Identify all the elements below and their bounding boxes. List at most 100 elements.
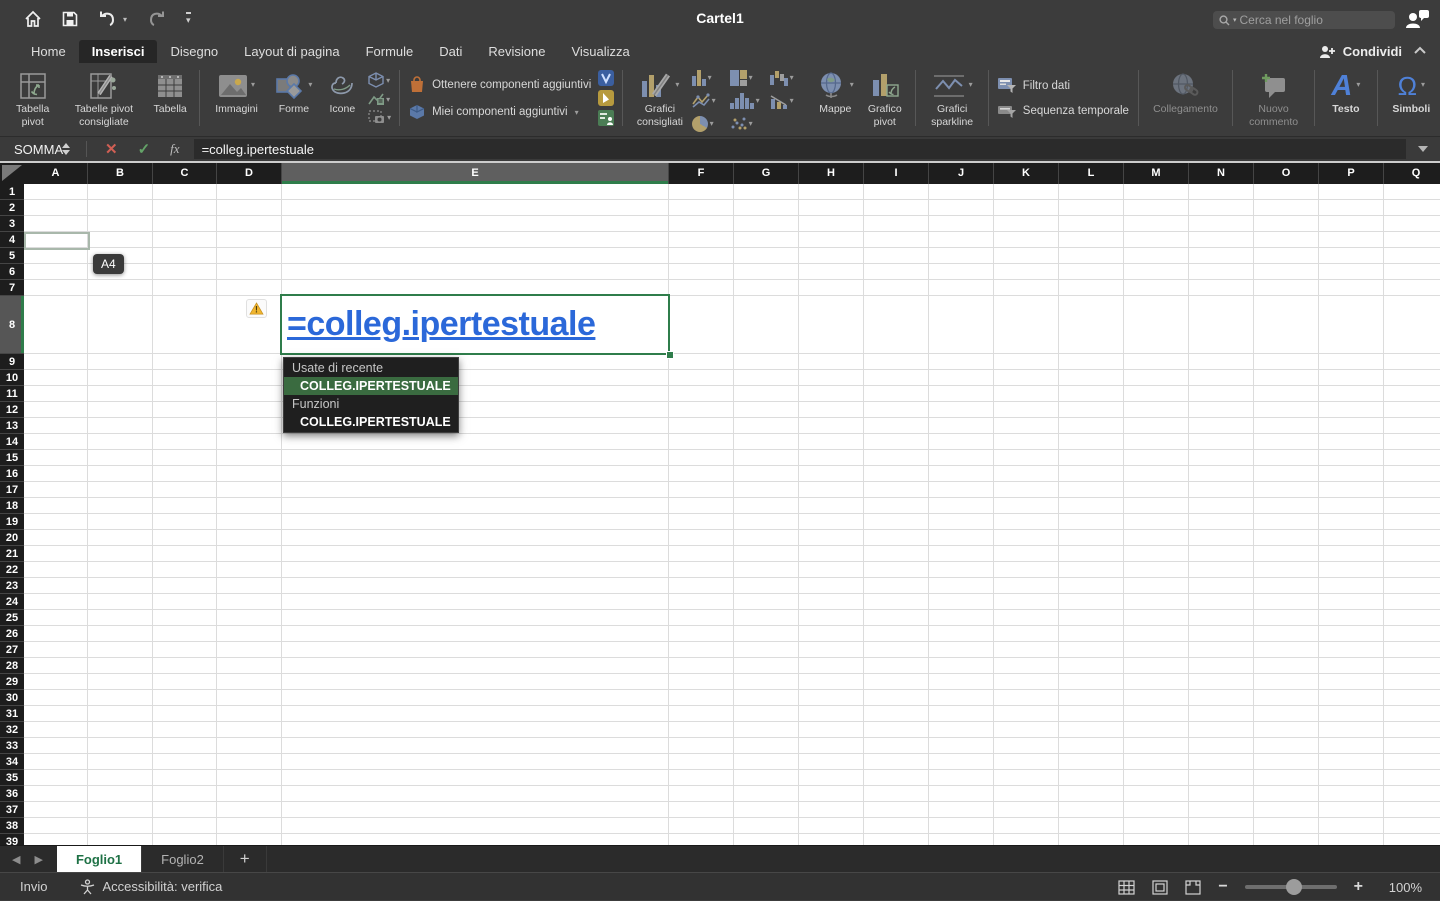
cell-O39[interactable] — [1254, 834, 1319, 845]
cell-B21[interactable] — [88, 546, 153, 562]
cell-E28[interactable] — [282, 658, 669, 674]
cell-D7[interactable] — [217, 280, 282, 296]
cell-M28[interactable] — [1124, 658, 1189, 674]
cell-H37[interactable] — [799, 802, 864, 818]
confirm-formula-icon[interactable]: ✓ — [138, 140, 151, 158]
cell-C16[interactable] — [153, 466, 217, 482]
cell-P8[interactable] — [1319, 296, 1384, 354]
cell-C5[interactable] — [153, 248, 217, 264]
cell-F38[interactable] — [669, 818, 734, 834]
cell-F23[interactable] — [669, 578, 734, 594]
cell-C38[interactable] — [153, 818, 217, 834]
cell-L23[interactable] — [1059, 578, 1124, 594]
cell-I19[interactable] — [864, 514, 929, 530]
row-header-13[interactable]: 13 — [0, 418, 24, 434]
cell-E39[interactable] — [282, 834, 669, 845]
cell-O14[interactable] — [1254, 434, 1319, 450]
row-header-7[interactable]: 7 — [0, 280, 24, 296]
cell-M38[interactable] — [1124, 818, 1189, 834]
cell-E4[interactable] — [282, 232, 669, 248]
cell-E24[interactable] — [282, 594, 669, 610]
cell-G32[interactable] — [734, 722, 799, 738]
cell-H7[interactable] — [799, 280, 864, 296]
cell-P33[interactable] — [1319, 738, 1384, 754]
cell-A2[interactable] — [24, 200, 88, 216]
cell-J26[interactable] — [929, 626, 994, 642]
cell-E15[interactable] — [282, 450, 669, 466]
cell-L1[interactable] — [1059, 184, 1124, 200]
cell-Q12[interactable] — [1384, 402, 1440, 418]
row-header-38[interactable]: 38 — [0, 818, 24, 834]
undo-dropdown-icon[interactable]: ▾ — [123, 15, 127, 24]
people-graph-button[interactable] — [598, 110, 614, 126]
cell-B9[interactable] — [88, 354, 153, 370]
cell-K1[interactable] — [994, 184, 1059, 200]
cell-N4[interactable] — [1189, 232, 1254, 248]
cell-P7[interactable] — [1319, 280, 1384, 296]
cell-I30[interactable] — [864, 690, 929, 706]
cell-I27[interactable] — [864, 642, 929, 658]
cell-O10[interactable] — [1254, 370, 1319, 386]
cell-B1[interactable] — [88, 184, 153, 200]
cell-F30[interactable] — [669, 690, 734, 706]
cell-Q34[interactable] — [1384, 754, 1440, 770]
cell-G15[interactable] — [734, 450, 799, 466]
cell-I4[interactable] — [864, 232, 929, 248]
cell-C21[interactable] — [153, 546, 217, 562]
cell-C32[interactable] — [153, 722, 217, 738]
cell-I18[interactable] — [864, 498, 929, 514]
pivot-chart-button[interactable]: Grafico pivot — [859, 63, 910, 128]
cell-M37[interactable] — [1124, 802, 1189, 818]
cell-A23[interactable] — [24, 578, 88, 594]
row-header-34[interactable]: 34 — [0, 754, 24, 770]
text-button[interactable]: A▾ Testo — [1320, 63, 1371, 116]
cell-O34[interactable] — [1254, 754, 1319, 770]
cell-M29[interactable] — [1124, 674, 1189, 690]
cell-A7[interactable] — [24, 280, 88, 296]
row-header-5[interactable]: 5 — [0, 248, 24, 264]
cell-K22[interactable] — [994, 562, 1059, 578]
row-header-10[interactable]: 10 — [0, 370, 24, 386]
cell-B36[interactable] — [88, 786, 153, 802]
cell-D30[interactable] — [217, 690, 282, 706]
cell-P34[interactable] — [1319, 754, 1384, 770]
cell-H10[interactable] — [799, 370, 864, 386]
cell-L17[interactable] — [1059, 482, 1124, 498]
cell-G31[interactable] — [734, 706, 799, 722]
cell-P4[interactable] — [1319, 232, 1384, 248]
cell-K38[interactable] — [994, 818, 1059, 834]
normal-view-icon[interactable] — [1118, 880, 1135, 895]
cell-O3[interactable] — [1254, 216, 1319, 232]
cell-K7[interactable] — [994, 280, 1059, 296]
icons-button[interactable]: Icone — [320, 63, 365, 116]
column-header-F[interactable]: F — [669, 163, 734, 184]
cell-P31[interactable] — [1319, 706, 1384, 722]
autocomplete-item[interactable]: COLLEG.IPERTESTUALE — [284, 377, 458, 395]
cell-J7[interactable] — [929, 280, 994, 296]
cell-Q20[interactable] — [1384, 530, 1440, 546]
cell-D31[interactable] — [217, 706, 282, 722]
cell-C1[interactable] — [153, 184, 217, 200]
cell-N11[interactable] — [1189, 386, 1254, 402]
cell-B10[interactable] — [88, 370, 153, 386]
cell-J32[interactable] — [929, 722, 994, 738]
cell-P22[interactable] — [1319, 562, 1384, 578]
cell-M1[interactable] — [1124, 184, 1189, 200]
cell-C4[interactable] — [153, 232, 217, 248]
cell-C10[interactable] — [153, 370, 217, 386]
cell-C12[interactable] — [153, 402, 217, 418]
cell-N25[interactable] — [1189, 610, 1254, 626]
cell-B38[interactable] — [88, 818, 153, 834]
cell-K4[interactable] — [994, 232, 1059, 248]
pie-chart-button[interactable]: ▾ — [692, 112, 730, 135]
cell-H27[interactable] — [799, 642, 864, 658]
cell-E30[interactable] — [282, 690, 669, 706]
cell-I33[interactable] — [864, 738, 929, 754]
cell-K28[interactable] — [994, 658, 1059, 674]
cell-A3[interactable] — [24, 216, 88, 232]
cell-C8[interactable] — [153, 296, 217, 354]
cell-C7[interactable] — [153, 280, 217, 296]
cell-K15[interactable] — [994, 450, 1059, 466]
column-header-D[interactable]: D — [217, 163, 282, 184]
cell-Q8[interactable] — [1384, 296, 1440, 354]
